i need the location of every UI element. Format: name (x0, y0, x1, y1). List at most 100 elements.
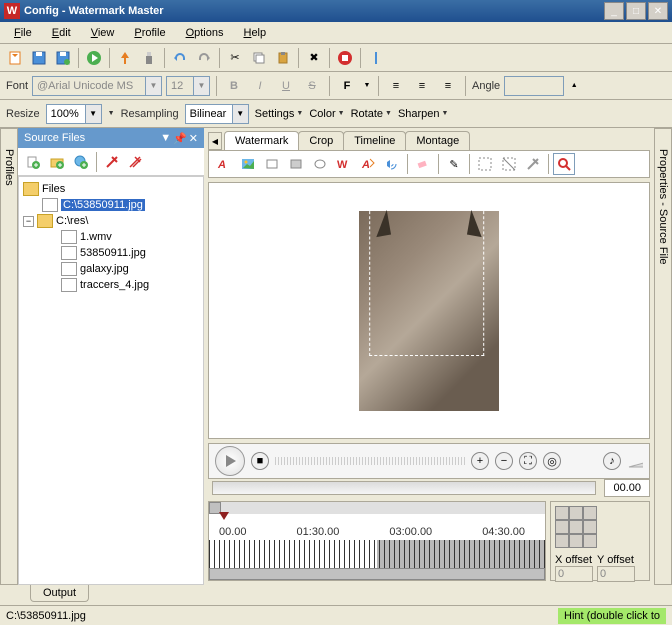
scrub-bar[interactable] (212, 481, 596, 495)
save-as-icon[interactable] (52, 47, 74, 69)
zoom-combo[interactable]: 100%▼ (46, 104, 102, 124)
anim-text-icon[interactable]: A (357, 153, 379, 175)
italic-icon[interactable]: I (249, 75, 271, 97)
undo-icon[interactable] (169, 47, 191, 69)
tree-file-selected[interactable]: C:\53850911.jpg (23, 197, 199, 213)
add-url-icon[interactable] (70, 151, 92, 173)
save-icon[interactable] (28, 47, 50, 69)
redo-icon[interactable] (193, 47, 215, 69)
paste-icon[interactable] (272, 47, 294, 69)
strike-icon[interactable]: S (301, 75, 323, 97)
tab-scroll-left[interactable]: ◀ (208, 132, 222, 150)
fontsize-combo[interactable]: 12▼ (166, 76, 210, 96)
zoom-preview-icon[interactable] (553, 153, 575, 175)
deselect-icon[interactable] (498, 153, 520, 175)
tree-folder[interactable]: −C:\res\ (23, 213, 199, 229)
tree-file[interactable]: 53850911.jpg (23, 245, 199, 261)
file-tree[interactable]: Files C:\53850911.jpg −C:\res\ 1.wmv 538… (18, 176, 204, 585)
audio-icon[interactable] (381, 153, 403, 175)
stop-icon[interactable] (334, 47, 356, 69)
add-file-icon[interactable] (22, 151, 44, 173)
convert-icon[interactable] (114, 47, 136, 69)
properties-sidetab[interactable]: Properties - Source File (654, 128, 672, 585)
font-color-drop[interactable]: ▼ (362, 75, 372, 97)
selection-rect[interactable] (369, 201, 484, 356)
copy-icon[interactable] (248, 47, 270, 69)
rect-icon[interactable] (261, 153, 283, 175)
eraser-icon[interactable] (412, 153, 434, 175)
x-offset-input[interactable] (555, 566, 593, 582)
tab-crop[interactable]: Crop (298, 131, 344, 150)
panel-pin-icon[interactable]: 📌 (173, 132, 187, 145)
volume-icon[interactable]: ♪ (603, 452, 621, 470)
panel-menu-icon[interactable]: ▼ (160, 132, 171, 145)
remove-all-icon[interactable] (125, 151, 147, 173)
resize-drop[interactable]: ▼ (108, 110, 115, 117)
minimize-button[interactable]: _ (604, 2, 624, 20)
tree-file[interactable]: 1.wmv (23, 229, 199, 245)
timeline-track[interactable]: 00.0001:30.0003:00.0004:30.00 (208, 501, 546, 581)
new-icon[interactable] (4, 47, 26, 69)
align-center-icon[interactable]: ≡ (411, 75, 433, 97)
status-hint[interactable]: Hint (double click to (558, 608, 666, 624)
angle-up[interactable]: ▲ (568, 75, 580, 97)
align-right-icon[interactable]: ≡ (437, 75, 459, 97)
ellipse-icon[interactable] (309, 153, 331, 175)
add-folder-icon[interactable] (46, 151, 68, 173)
tree-file[interactable]: galaxy.jpg (23, 261, 199, 277)
toggle-icon[interactable] (365, 47, 387, 69)
close-button[interactable]: ✕ (648, 2, 668, 20)
delete-icon[interactable]: ✖ (303, 47, 325, 69)
play-button[interactable] (215, 446, 245, 476)
select-all-icon[interactable] (474, 153, 496, 175)
app-watermark-icon[interactable]: W (333, 153, 355, 175)
clear-icon[interactable] (522, 153, 544, 175)
image-watermark-icon[interactable] (237, 153, 259, 175)
preview-area[interactable] (208, 182, 650, 439)
cut-icon[interactable]: ✂ (224, 47, 246, 69)
timeline-hscroll[interactable] (209, 568, 545, 580)
fit-icon[interactable]: ⛶ (519, 452, 537, 470)
resampling-combo[interactable]: Bilinear▼ (185, 104, 249, 124)
zoom-out-icon[interactable]: − (495, 452, 513, 470)
actual-size-icon[interactable]: ◎ (543, 452, 561, 470)
main-toolbar: ✂ ✖ (0, 44, 672, 72)
angle-field[interactable] (504, 76, 564, 96)
panel-close-icon[interactable]: ✕ (189, 132, 198, 145)
zoom-in-icon[interactable]: + (471, 452, 489, 470)
menu-file[interactable]: File (6, 25, 40, 41)
menu-help[interactable]: Help (235, 25, 274, 41)
maximize-button[interactable]: □ (626, 2, 646, 20)
color-menu[interactable]: Color▼ (309, 108, 344, 120)
font-combo[interactable]: @Arial Unicode MS▼ (32, 76, 162, 96)
tab-timeline[interactable]: Timeline (343, 131, 406, 150)
menu-view[interactable]: View (83, 25, 123, 41)
y-offset-input[interactable] (597, 566, 635, 582)
timeline-playhead[interactable] (209, 514, 545, 526)
volume-slider[interactable] (627, 453, 643, 469)
menu-profile[interactable]: Profile (126, 25, 173, 41)
align-left-icon[interactable]: ≡ (385, 75, 407, 97)
tab-montage[interactable]: Montage (405, 131, 470, 150)
rotate-menu[interactable]: Rotate▼ (351, 108, 392, 120)
font-color-icon[interactable]: F (336, 75, 358, 97)
tab-watermark[interactable]: Watermark (224, 131, 299, 150)
sharpen-menu[interactable]: Sharpen▼ (398, 108, 449, 120)
position-grid[interactable] (555, 506, 645, 548)
menu-edit[interactable]: Edit (44, 25, 79, 41)
menu-options[interactable]: Options (178, 25, 232, 41)
text-watermark-icon[interactable]: A (213, 153, 235, 175)
remove-icon[interactable] (101, 151, 123, 173)
filled-rect-icon[interactable] (285, 153, 307, 175)
play-icon[interactable] (83, 47, 105, 69)
edit-icon[interactable]: ✎ (443, 153, 465, 175)
bold-icon[interactable]: B (223, 75, 245, 97)
profiles-sidetab[interactable]: Profiles (0, 128, 18, 585)
settings-icon[interactable] (138, 47, 160, 69)
underline-icon[interactable]: U (275, 75, 297, 97)
output-tab[interactable]: Output (30, 585, 89, 602)
tree-root[interactable]: Files (23, 181, 199, 197)
tree-file[interactable]: traccers_4.jpg (23, 277, 199, 293)
stop-button[interactable]: ■ (251, 452, 269, 470)
settings-menu[interactable]: Settings▼ (255, 108, 304, 120)
